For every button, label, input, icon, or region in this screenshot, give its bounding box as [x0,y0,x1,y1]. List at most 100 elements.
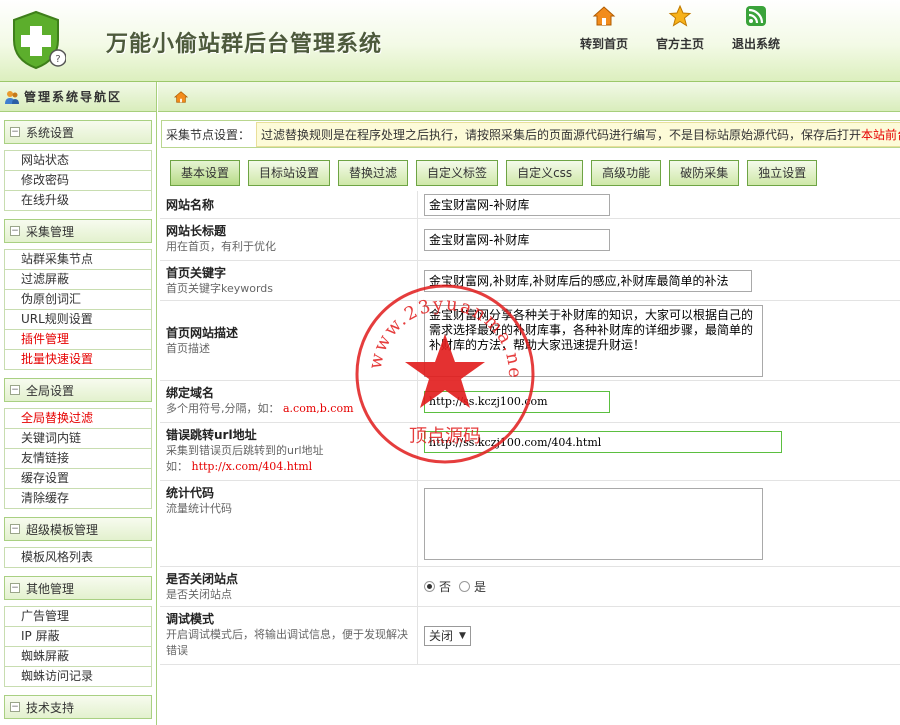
field-example: http://x.com/404.html [191,460,313,473]
select-value: 关闭 [429,629,454,643]
sidebar-item-ip-block[interactable]: IP 屏蔽 [5,627,151,647]
row-site-name: 网站名称 [160,191,900,219]
tab-standalone[interactable]: 独立设置 [747,160,818,186]
field-desc: 是否关闭站点 [166,588,232,601]
stats-code-textarea[interactable] [424,487,763,560]
row-label-cell: 统计代码 流量统计代码 [160,481,418,566]
error-url-input[interactable] [424,431,782,453]
sidebar-item-friend-links[interactable]: 友情链接 [5,449,151,469]
breadcrumb [158,82,900,112]
sidebar-item-clear-cache[interactable]: 清除缓存 [5,489,151,509]
description-textarea[interactable]: 金宝财富网分享各种关于补财库的知识，大家可以根据自己的需求选择最好的补财库事，各… [424,304,763,377]
group-items-global: 全局替换过滤 关键词内链 友情链接 缓存设置 清除缓存 [4,408,152,509]
sidebar-item-filter-block[interactable]: 过滤屏蔽 [5,270,151,290]
top-nav: 转到首页 官方主页 退出系统 [566,4,794,52]
tab-target-site[interactable]: 目标站设置 [248,160,331,186]
field-desc: 首页关键字keywords [166,282,274,295]
notice-label: 采集节点设置： [166,127,251,142]
sidebar-header: 管理系统导航区 [0,82,156,112]
sidebar-item-ads[interactable]: 广告管理 [5,607,151,627]
sidebar-item-change-password[interactable]: 修改密码 [5,171,151,191]
expand-box-icon: − [10,127,20,137]
settings-form: 网站名称 网站长标题 用在首页，有利于优化 首页关键字 首页关键字keyword… [160,191,900,665]
sidebar-item-spider-block[interactable]: 蜘蛛屏蔽 [5,647,151,667]
nav-official-label: 官方主页 [655,37,704,51]
nav-home-button[interactable]: 转到首页 [566,4,642,52]
row-value-cell [418,191,900,218]
field-desc: 流量统计代码 [166,502,232,515]
sidebar-item-keyword-links[interactable]: 关键词内链 [5,429,151,449]
sidebar-item-url-rules[interactable]: URL规则设置 [5,310,151,330]
domain-input[interactable] [424,390,610,413]
group-label: 其他管理 [26,581,75,596]
sidebar-item-batch-setup[interactable]: 批量快速设置 [5,350,151,370]
radio-yes-label: 是 [474,580,487,594]
radio-no-label: 否 [439,580,452,594]
dropdown-arrow-icon: ▼ [459,630,466,641]
shield-plus-logo-icon: ? [13,10,66,70]
tab-replace-filter[interactable]: 替换过滤 [338,160,409,186]
row-keywords: 首页关键字 首页关键字keywords [160,261,900,301]
group-items-collect: 站群采集节点 过滤屏蔽 伪原创词汇 URL规则设置 插件管理 批量快速设置 [4,249,152,370]
sidebar-item-template-list[interactable]: 模板风格列表 [5,548,151,568]
row-domain: 绑定域名 多个用符号,分隔，如： a.com,b.com [160,381,900,423]
row-value-cell [418,261,900,300]
field-example-line: 如： http://x.com/404.html [166,459,411,475]
row-label-cell: 首页网站描述 首页描述 [160,301,418,380]
sidebar-item-global-replace[interactable]: 全局替换过滤 [5,409,151,429]
tab-advanced[interactable]: 高级功能 [591,160,662,186]
group-label: 采集管理 [26,224,75,239]
nav-logout-button[interactable]: 退出系统 [718,4,794,52]
notice-link[interactable]: 本站前台 [861,128,900,142]
row-error-url: 错误跳转url地址 采集到错误页后跳转到的url地址 如： http://x.c… [160,423,900,481]
notice-bar: 采集节点设置： 过滤替换规则是在程序处理之后执行，请按照采集后的页面源代码进行编… [161,120,900,148]
group-label: 超级模板管理 [26,522,99,537]
tab-basic[interactable]: 基本设置 [170,160,241,186]
sidebar-group-system[interactable]: − 系统设置 [4,120,152,144]
expand-box-icon: − [10,524,20,534]
rss-icon [746,6,766,26]
site-name-input[interactable] [424,193,610,216]
debug-mode-select[interactable]: 关闭 ▼ [424,625,471,646]
expand-box-icon: − [10,385,20,395]
sidebar-item-pseudo-words[interactable]: 伪原创词汇 [5,290,151,310]
field-label: 绑定域名 [166,386,215,400]
site-long-title-input[interactable] [424,228,610,251]
nav-home-label: 转到首页 [579,37,628,51]
tab-anti-protect[interactable]: 破防采集 [669,160,740,186]
nav-logout-label: 退出系统 [731,37,780,51]
radio-no[interactable] [424,581,435,592]
sidebar-item-cache-settings[interactable]: 缓存设置 [5,469,151,489]
field-example-prefix: 如： [166,460,188,473]
sidebar-item-spider-log[interactable]: 蜘蛛访问记录 [5,667,151,687]
keywords-input[interactable] [424,269,752,292]
sidebar-item-collect-nodes[interactable]: 站群采集节点 [5,250,151,270]
notice-text: 过滤替换规则是在程序处理之后执行，请按照采集后的页面源代码进行编写，不是目标站原… [256,121,900,147]
tab-custom-tags[interactable]: 自定义标签 [416,160,499,186]
sidebar-group-support[interactable]: − 技术支持 [4,695,152,719]
sidebar-group-templates[interactable]: − 超级模板管理 [4,517,152,541]
sidebar-group-global[interactable]: − 全局设置 [4,378,152,402]
nav-official-button[interactable]: 官方主页 [642,4,718,52]
group-items-other: 广告管理 IP 屏蔽 蜘蛛屏蔽 蜘蛛访问记录 [4,606,152,687]
sidebar: 管理系统导航区 − 系统设置 网站状态 修改密码 在线升级 − 采集管理 站群采… [0,82,157,725]
expand-box-icon: − [10,226,20,236]
sidebar-group-other[interactable]: − 其他管理 [4,576,152,600]
row-value-cell: 关闭 ▼ [418,607,900,664]
sidebar-item-site-status[interactable]: 网站状态 [5,151,151,171]
radio-yes[interactable] [459,581,471,592]
row-value-cell [418,423,900,480]
tab-custom-css[interactable]: 自定义css [506,160,584,186]
row-debug: 调试模式 开启调试模式后，将输出调试信息，便于发现解决错误 关闭 ▼ [160,607,900,665]
row-site-long-title: 网站长标题 用在首页，有利于优化 [160,219,900,261]
row-label-cell: 调试模式 开启调试模式后，将输出调试信息，便于发现解决错误 [160,607,418,664]
close-site-radios: 否 是 [424,578,486,595]
row-value-cell [418,481,900,566]
sidebar-item-online-upgrade[interactable]: 在线升级 [5,191,151,211]
field-label: 网站长标题 [166,224,227,238]
sidebar-group-collect[interactable]: − 采集管理 [4,219,152,243]
sidebar-item-plugins[interactable]: 插件管理 [5,330,151,350]
row-value-cell [418,381,900,422]
home-icon[interactable] [174,90,188,104]
svg-text:?: ? [55,54,60,65]
